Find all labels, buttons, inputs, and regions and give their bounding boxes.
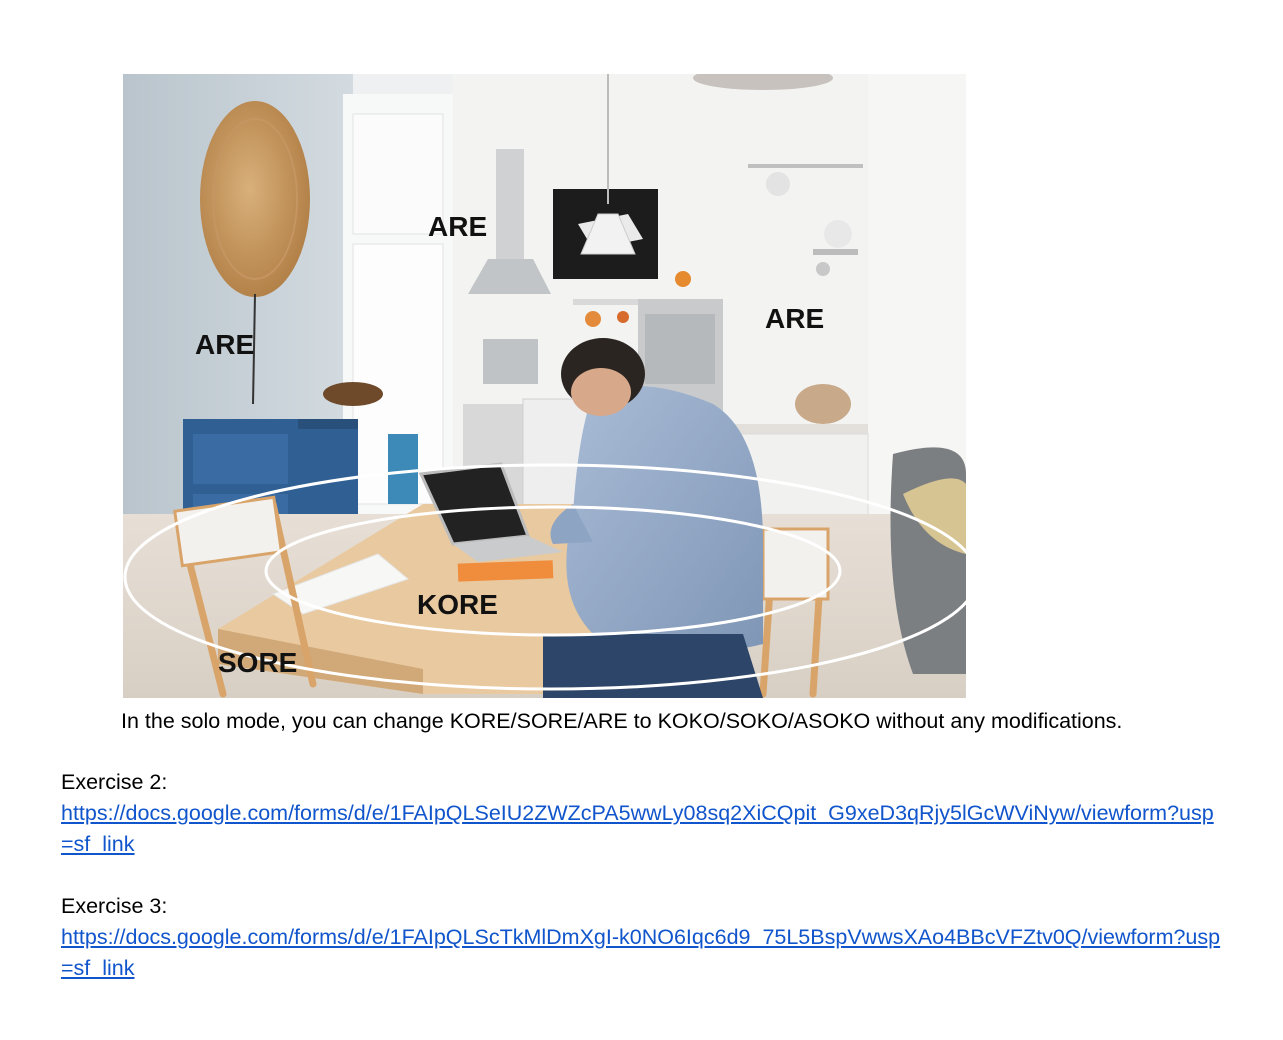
zone-label-are-right: ARE xyxy=(765,303,824,334)
exercise-2-link[interactable]: https://docs.google.com/forms/d/e/1FAIpQ… xyxy=(61,801,1214,856)
figure-caption: In the solo mode, you can change KORE/SO… xyxy=(121,709,1123,733)
kitchen-photo: ARE ARE ARE KORE SORE xyxy=(123,74,966,698)
zone-label-are-left: ARE xyxy=(195,329,254,360)
zone-label-sore: SORE xyxy=(218,647,297,678)
exercise-3-block: Exercise 3: https://docs.google.com/form… xyxy=(61,891,1226,984)
exercise-3-title: Exercise 3: xyxy=(61,894,168,918)
exercise-3-link[interactable]: https://docs.google.com/forms/d/e/1FAIpQ… xyxy=(61,925,1220,980)
exercise-2-title: Exercise 2: xyxy=(61,770,168,794)
zone-label-are-center: ARE xyxy=(428,211,487,242)
zone-label-kore: KORE xyxy=(417,589,498,620)
exercise-2-block: Exercise 2: https://docs.google.com/form… xyxy=(61,767,1226,860)
